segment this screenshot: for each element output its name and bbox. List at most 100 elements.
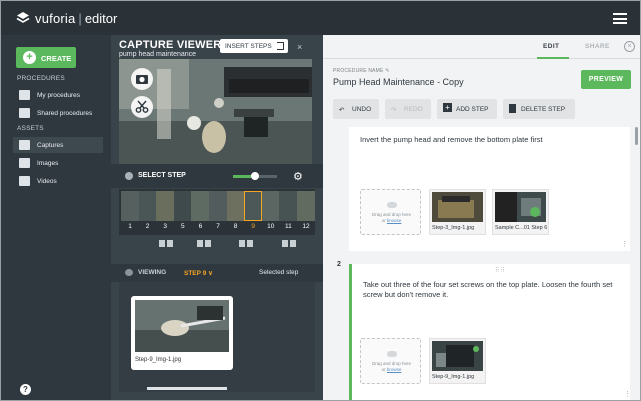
step-number: 2 (337, 261, 341, 268)
viewing-scrollbar[interactable] (147, 387, 227, 390)
brand-product: editor (84, 11, 118, 26)
step-image-card[interactable]: Step-3_Img-1.jpg (429, 189, 486, 235)
drop-zone-text: Drag and drop here or browse (361, 361, 422, 372)
bookmark-icon (282, 240, 288, 247)
filmstrip-frame[interactable] (226, 191, 245, 221)
redo-label: REDO (404, 106, 423, 113)
select-step-label: SELECT STEP (138, 172, 186, 179)
viewing-list: Step-9_Img-1.jpg (119, 282, 315, 392)
filmstrip-frame[interactable] (121, 191, 139, 221)
close-editor-icon[interactable]: × (624, 41, 635, 52)
sidebar-item-videos[interactable]: Videos (13, 173, 103, 189)
sidebar-item-label: Captures (37, 142, 64, 149)
capture-image-card[interactable]: Step-9_Img-1.jpg (131, 296, 233, 370)
app-window: vuforia | editor + CREATE PROCEDURES My pr… (0, 0, 641, 401)
redo-button[interactable]: ↷ REDO (385, 99, 431, 119)
drag-handle-icon[interactable]: ⠿⠿ (495, 267, 506, 274)
camera-icon[interactable] (131, 68, 153, 90)
capture-image-label: Step-9_Img-1.jpg (135, 357, 182, 363)
browse-link[interactable]: browse (387, 218, 402, 223)
sidebar-item-shared-procedures[interactable]: Shared procedures (13, 105, 103, 121)
steps-list: Invert the pump head and remove the bott… (333, 127, 633, 400)
step-card-active[interactable]: ⠿⠿ Take out three of the four set screws… (349, 264, 631, 400)
step-image-label: Step-9_Img-1.jpg (432, 374, 475, 380)
image-marker-icon (159, 240, 165, 247)
sidebar-item-label: Images (37, 160, 59, 167)
top-bar: vuforia | editor (1, 1, 640, 35)
selected-step-toggle[interactable]: Selected step (259, 269, 298, 276)
sidebar-item-images[interactable]: Images (13, 155, 103, 171)
frame-number: 1 (128, 223, 132, 230)
create-button[interactable]: + CREATE (16, 47, 76, 68)
editor-scrollbar[interactable] (635, 127, 638, 145)
frame-number: 10 (267, 223, 275, 230)
frame-number: 6 (198, 223, 203, 230)
step-image-label: Sample C...01 Step 6 (495, 225, 548, 231)
image-drop-zone[interactable]: Drag and drop here or browse (360, 338, 421, 384)
pencil-icon[interactable]: ✎ (385, 68, 389, 74)
filmstrip-frame[interactable] (156, 191, 175, 221)
filmstrip-frame[interactable] (191, 191, 210, 221)
step-image-card[interactable]: Sample C...01 Step 6 (492, 189, 549, 235)
procedure-name[interactable]: Pump Head Maintenance - Copy (333, 77, 464, 87)
step-more-icon[interactable]: ⋮ (624, 390, 631, 398)
filmstrip-frame[interactable] (297, 191, 315, 221)
scissors-icon[interactable] (131, 96, 153, 118)
undo-button[interactable]: ↶ UNDO (333, 99, 379, 119)
editor-panel: EDIT SHARE × PROCEDURE NAME ✎ Pump Head … (323, 35, 640, 400)
frame-number: 11 (285, 223, 292, 230)
filmstrip-frame[interactable] (138, 191, 157, 221)
undo-label: UNDO (352, 106, 372, 113)
step-image-card[interactable]: Step-9_Img-1.jpg (429, 338, 486, 384)
step-card[interactable]: Invert the pump head and remove the bott… (349, 127, 630, 251)
step-text[interactable]: Take out three of the four set screws on… (363, 280, 613, 299)
drop-zone-or: or (381, 366, 386, 372)
editor-tabs: EDIT SHARE × (323, 35, 640, 59)
video-icon (19, 176, 30, 186)
assets-heading: ASSETS (17, 125, 44, 132)
filmstrip-frame[interactable] (173, 191, 192, 221)
sidebar-item-captures[interactable]: Captures (13, 137, 103, 153)
plus-icon: + (23, 51, 36, 64)
redo-icon: ↷ (391, 107, 397, 114)
zoom-slider[interactable] (233, 172, 277, 180)
step-dropdown[interactable]: STEP 9 ∨ (184, 269, 213, 277)
bookmark-icon (290, 240, 296, 247)
preview-button[interactable]: PREVIEW (581, 70, 631, 89)
image-drop-zone[interactable]: Drag and drop here or browse (360, 189, 421, 235)
drop-zone-or: or (381, 217, 386, 223)
step-image-thumbnail (432, 341, 483, 371)
add-step-button[interactable]: + ADD STEP (437, 99, 497, 119)
zoom-slider-knob[interactable] (251, 172, 259, 180)
filmstrip-frame[interactable] (279, 191, 298, 221)
insert-steps-button[interactable]: INSERT STEPS (220, 39, 288, 53)
tab-share[interactable]: SHARE (585, 43, 610, 50)
add-step-icon: + (443, 103, 452, 112)
filmstrip[interactable]: 1 2 3 5 6 7 8 9 10 11 12 (119, 189, 315, 235)
brand-logo-text: vuforia (35, 11, 76, 26)
select-step-icon (125, 172, 133, 180)
frame-marker-row (119, 237, 315, 251)
capture-video[interactable] (119, 59, 312, 164)
frame-number: 8 (233, 223, 238, 230)
step-image-thumbnail (432, 192, 483, 222)
help-icon[interactable]: ? (20, 384, 31, 395)
sidebar-item-my-procedures[interactable]: My procedures (13, 87, 103, 103)
step-more-icon[interactable]: ⋮ (621, 240, 628, 248)
hamburger-menu-icon[interactable] (613, 13, 627, 24)
close-capture-icon[interactable]: × (297, 42, 302, 52)
create-label: CREATE (41, 54, 72, 63)
filmstrip-frame[interactable] (209, 191, 227, 221)
delete-step-button[interactable]: DELETE STEP (503, 99, 575, 119)
gear-icon[interactable]: ⚙ (293, 170, 303, 183)
filmstrip-frame[interactable] (261, 191, 280, 221)
filmstrip-frame[interactable] (244, 191, 263, 221)
tab-edit[interactable]: EDIT (543, 43, 559, 50)
insert-steps-label: INSERT STEPS (225, 43, 272, 50)
active-tab-indicator (537, 57, 569, 59)
step-text[interactable]: Invert the pump head and remove the bott… (360, 135, 610, 145)
browse-link[interactable]: browse (387, 367, 402, 372)
add-step-label: ADD STEP (456, 106, 489, 113)
capture-viewer-panel: CAPTURE VIEWER | pump head maintenance I… (111, 35, 323, 400)
insert-arrow-icon (277, 42, 284, 50)
